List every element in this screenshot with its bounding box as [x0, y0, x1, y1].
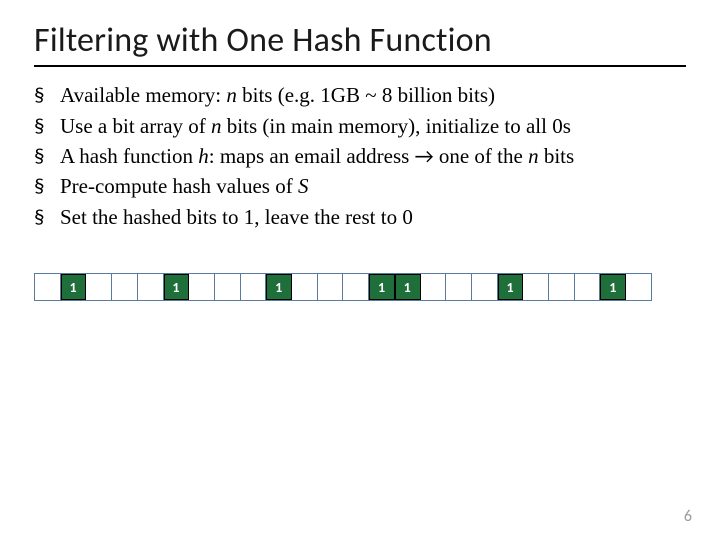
bit-cell: 1 — [498, 274, 524, 300]
title-rule: Filtering with One Hash Function — [34, 22, 686, 67]
bit-cell — [35, 274, 61, 300]
bit-cell — [446, 274, 472, 300]
bit-cell — [472, 274, 498, 300]
slide-title: Filtering with One Hash Function — [34, 22, 686, 59]
bullet-icon: § — [34, 112, 60, 140]
bit-cell — [189, 274, 215, 300]
bit-cell — [241, 274, 267, 300]
bit-cell: 1 — [164, 274, 190, 300]
bullet-icon: § — [34, 142, 60, 170]
bit-cell — [215, 274, 241, 300]
bit-cell — [112, 274, 138, 300]
bullet-text: Available memory: n bits (e.g. 1GB ~ 8 b… — [60, 81, 686, 109]
bit-cell — [549, 274, 575, 300]
bullet-text: A hash function h: maps an email address… — [60, 142, 686, 170]
bit-cell — [292, 274, 318, 300]
bullet-item: § Use a bit array of n bits (in main mem… — [34, 112, 686, 140]
bit-cell — [318, 274, 344, 300]
bit-cell: 1 — [395, 274, 421, 300]
bit-cell — [138, 274, 164, 300]
bullet-item: § Pre-compute hash values of S — [34, 172, 686, 200]
bullet-list: § Available memory: n bits (e.g. 1GB ~ 8… — [34, 81, 686, 231]
bullet-item: § Set the hashed bits to 1, leave the re… — [34, 203, 686, 231]
bit-cell — [626, 274, 651, 300]
bullet-icon: § — [34, 203, 60, 231]
bullet-item: § A hash function h: maps an email addre… — [34, 142, 686, 170]
bit-cell — [86, 274, 112, 300]
bullet-item: § Available memory: n bits (e.g. 1GB ~ 8… — [34, 81, 686, 109]
bit-cell: 1 — [266, 274, 292, 300]
bullet-text: Pre-compute hash values of S — [60, 172, 686, 200]
page-number: 6 — [684, 507, 692, 526]
bullet-text: Set the hashed bits to 1, leave the rest… — [60, 203, 686, 231]
bit-cell — [343, 274, 369, 300]
bit-array: 1111111 — [34, 273, 652, 301]
bit-cell: 1 — [600, 274, 626, 300]
bit-cell: 1 — [61, 274, 87, 300]
bullet-text: Use a bit array of n bits (in main memor… — [60, 112, 686, 140]
bit-cell — [575, 274, 601, 300]
bit-cell — [421, 274, 447, 300]
bullet-icon: § — [34, 172, 60, 200]
arrow-icon: → — [415, 143, 434, 169]
bit-cell — [523, 274, 549, 300]
slide: Filtering with One Hash Function § Avail… — [0, 0, 720, 540]
bullet-icon: § — [34, 81, 60, 109]
bit-cell: 1 — [369, 274, 395, 300]
